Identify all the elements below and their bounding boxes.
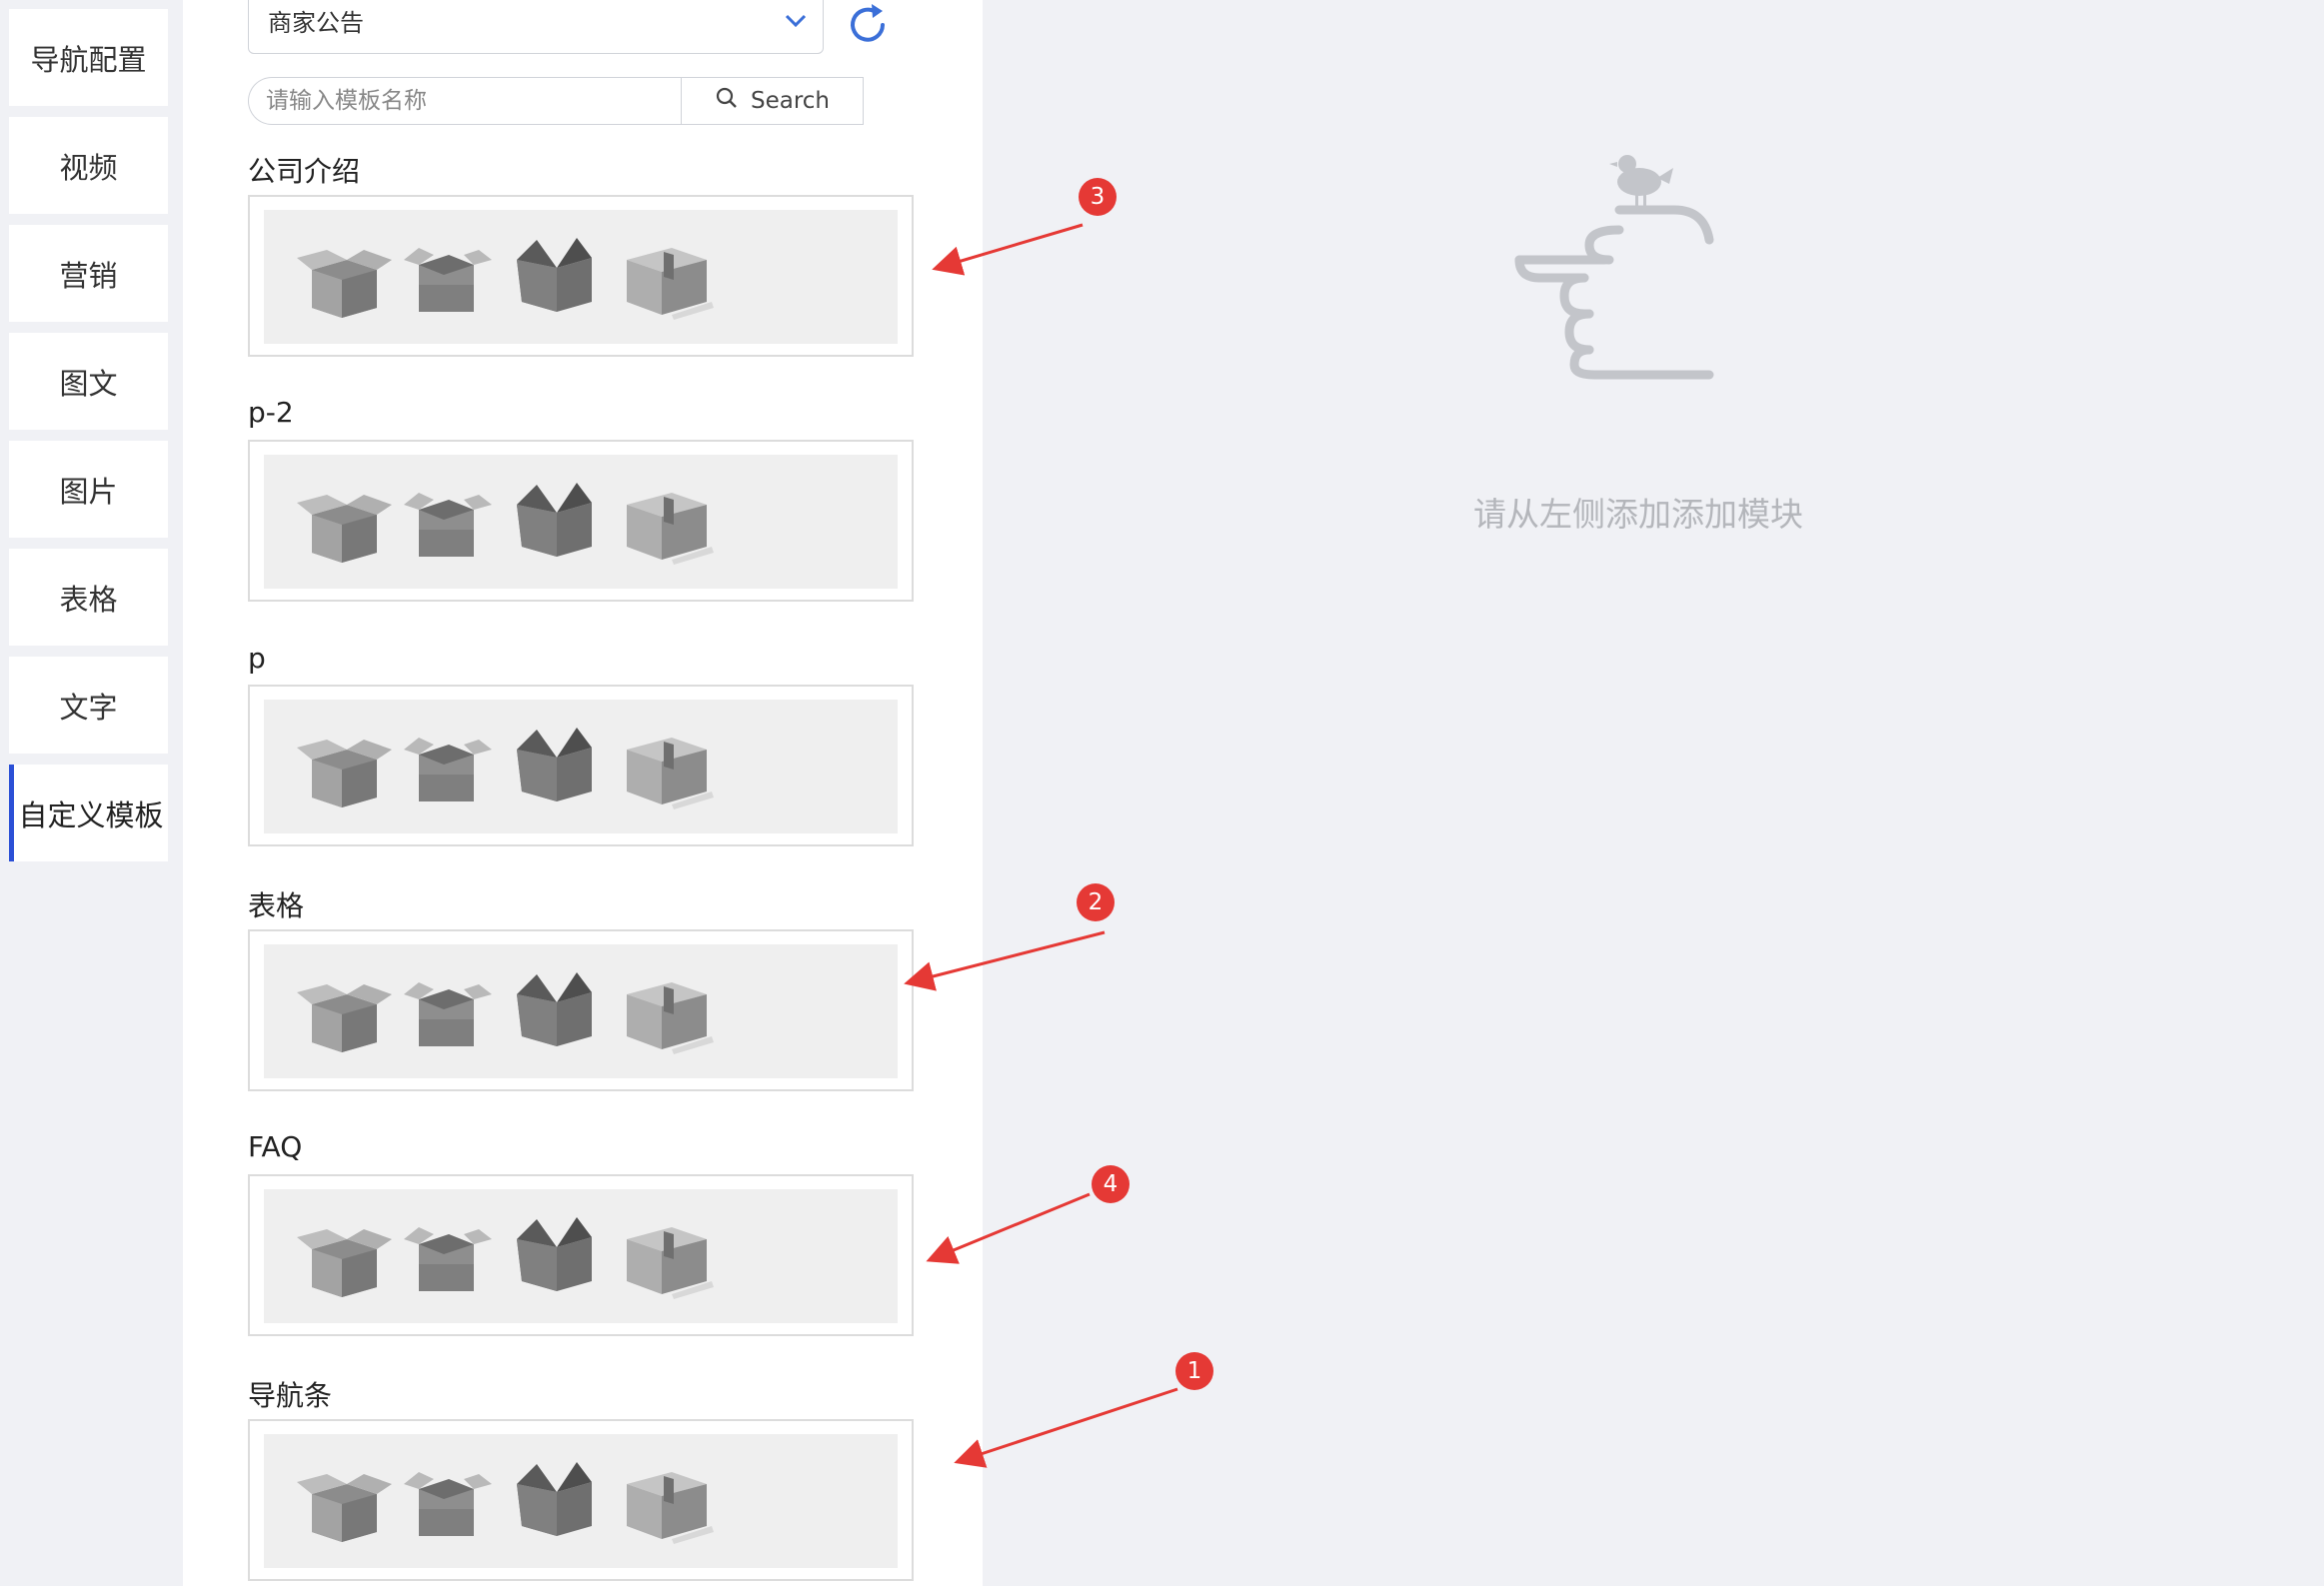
annotation-arrows [904,223,1178,1468]
annotation-badge: 2 [1077,883,1115,921]
annotation-badge: 3 [1079,178,1117,216]
annotation-arrow [926,1192,1091,1264]
annotation-arrow [954,1387,1178,1468]
annotation-arrow [904,930,1106,991]
annotation-arrow [932,223,1084,276]
annotation-badge: 4 [1092,1165,1130,1203]
annotation-badge: 1 [1175,1352,1213,1390]
